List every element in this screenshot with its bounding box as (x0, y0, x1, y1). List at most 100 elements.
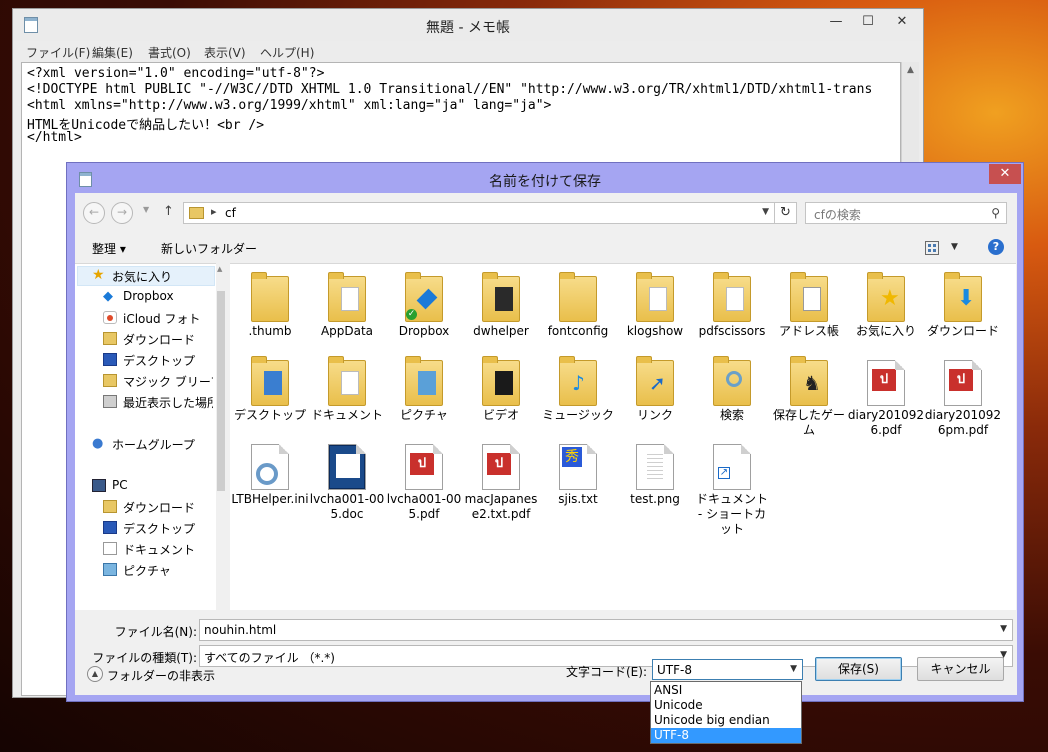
gear-icon (256, 463, 278, 485)
chevron-down-icon[interactable]: ▼ (951, 242, 958, 252)
save-button[interactable]: 保存(S) (815, 657, 902, 681)
search-box[interactable]: cfの検索 ⚲ (805, 202, 1007, 224)
address-path[interactable]: cf (225, 206, 236, 220)
filename-field[interactable]: nouhin.html ▼ (199, 619, 1013, 641)
file-item[interactable]: ♞ 保存したゲーム (769, 356, 849, 444)
chevron-down-icon[interactable]: ▼ (790, 664, 797, 674)
file-item[interactable]: ★ お気に入り (846, 272, 926, 360)
file-name: ドキュメント (310, 408, 383, 422)
menu-file[interactable]: ファイル(F) (26, 44, 90, 61)
file-item[interactable]: fontconfig (538, 272, 618, 360)
forward-icon[interactable]: → (111, 202, 133, 224)
file-item[interactable]: ป diary2010926.pdf (846, 360, 926, 444)
file-item[interactable]: AppData (307, 272, 387, 360)
dialog-title: 名前を付けて保存 (489, 174, 601, 190)
nav-item[interactable]: デスクトップ (75, 350, 213, 370)
nav-item[interactable]: ● ホームグループ (75, 434, 213, 454)
search-icon[interactable]: ⚲ (991, 206, 1000, 220)
view-options-icon[interactable] (925, 241, 939, 255)
maximize-icon[interactable]: ☐ (853, 11, 883, 35)
nav-item[interactable]: ピクチャ (75, 560, 213, 580)
nav-item[interactable]: ダウンロード (75, 497, 213, 517)
encoding-option[interactable]: Unicode (651, 698, 801, 713)
hide-folders-button[interactable]: フォルダーの非表示 (107, 667, 215, 684)
up-folder-icon[interactable]: ↑ (163, 204, 174, 219)
file-item[interactable]: デスクトップ (230, 356, 310, 444)
file-item[interactable]: ป diary2010926pm.pdf (923, 360, 1003, 444)
file-item[interactable]: ♪ ミュージック (538, 356, 618, 444)
file-item[interactable]: ↗ ドキュメント - ショートカット (692, 444, 772, 536)
homegroup-icon: ● (92, 436, 104, 451)
file-item[interactable]: LTBHelper.ini (230, 444, 310, 528)
back-icon[interactable]: ← (83, 202, 105, 224)
refresh-icon[interactable]: ↻ (775, 202, 797, 224)
nav-item[interactable]: 最近表示した場所 (75, 392, 213, 412)
file-item[interactable]: .thumb (230, 272, 310, 360)
filetype-value[interactable]: すべてのファイル （*.*) (204, 649, 335, 666)
file-name: 検索 (719, 408, 744, 422)
scroll-up-icon[interactable]: ▲ (217, 265, 222, 273)
encoding-option[interactable]: ANSI (651, 683, 801, 698)
music-overlay-icon: ♪ (572, 371, 585, 395)
file-item[interactable]: 秀 sjis.txt (538, 444, 618, 528)
nav-item[interactable]: PC (75, 476, 213, 496)
nav-item[interactable]: ダウンロード (75, 329, 213, 349)
file-item[interactable]: ป lvcha001-005.pdf (384, 444, 464, 528)
cancel-button[interactable]: キャンセル (917, 657, 1004, 681)
nav-item[interactable]: デスクトップ (75, 518, 213, 538)
menu-view[interactable]: 表示(V) (204, 44, 246, 61)
file-name: macJapanese2.txt.pdf (464, 492, 538, 521)
file-item[interactable]: ドキュメント (307, 356, 387, 444)
nav-item[interactable]: ★ お気に入り (75, 266, 213, 286)
pc-icon (92, 479, 106, 492)
minimize-icon[interactable]: — (821, 11, 851, 35)
nav-item[interactable]: ◆ Dropbox (75, 287, 213, 307)
breadcrumb-chevron-icon[interactable]: ▸ (211, 205, 217, 218)
file-item[interactable]: ➚ リンク (615, 356, 695, 444)
close-icon[interactable]: ✕ (885, 11, 919, 35)
file-item[interactable]: 検索 (692, 356, 772, 444)
file-item[interactable]: アドレス帳 (769, 272, 849, 360)
scrollbar-thumb[interactable] (217, 291, 225, 491)
recent-locations-chevron-icon[interactable]: ▼ (143, 205, 149, 214)
menu-help[interactable]: ヘルプ(H) (260, 44, 314, 61)
file-item[interactable]: dwhelper (461, 272, 541, 360)
nav-item-label: ドキュメント (123, 543, 196, 557)
encoding-value[interactable]: UTF-8 (657, 663, 692, 677)
chevron-down-icon[interactable]: ▼ (762, 207, 769, 217)
file-item[interactable]: ป macJapanese2.txt.pdf (461, 444, 541, 528)
nav-item[interactable]: iCloud フォト (75, 308, 213, 328)
organize-button[interactable]: 整理 ▾ (92, 240, 126, 257)
file-item[interactable]: lvcha001-005.doc (307, 444, 387, 528)
collapse-up-icon[interactable]: ▲ (87, 666, 103, 682)
file-name: デスクトップ (233, 408, 306, 422)
file-item[interactable]: pdfscissors (692, 272, 772, 360)
file-item[interactable]: ビデオ (461, 356, 541, 444)
file-item[interactable]: test.png (615, 444, 695, 528)
chess-overlay-icon: ♞ (803, 371, 821, 395)
new-folder-button[interactable]: 新しいフォルダー (161, 240, 257, 257)
file-item[interactable]: ピクチャ (384, 356, 464, 444)
file-name: dwhelper (473, 324, 529, 338)
encoding-option[interactable]: UTF-8 (651, 728, 801, 743)
nav-item[interactable]: マジック ブリーフケース (75, 371, 213, 391)
notepad-titlebar[interactable]: 無題 - メモ帳 — ☐ ✕ (13, 9, 923, 41)
pdf-logo-icon: ป (487, 453, 511, 475)
encoding-option[interactable]: Unicode big endian (651, 713, 801, 728)
chevron-down-icon[interactable]: ▼ (1000, 624, 1007, 634)
dialog-close-button[interactable]: ✕ (989, 164, 1021, 184)
pdf-file-icon: ป (867, 360, 905, 406)
file-item[interactable]: ⬇ ダウンロード (923, 272, 1003, 360)
file-item[interactable]: ✓ Dropbox (384, 272, 464, 360)
scroll-up-icon[interactable]: ▲ (902, 62, 919, 79)
filename-value[interactable]: nouhin.html (204, 623, 276, 637)
help-icon[interactable]: ? (988, 239, 1004, 255)
folder-icon (482, 356, 520, 406)
star-icon: ★ (92, 267, 105, 283)
menu-format[interactable]: 書式(O) (148, 44, 191, 61)
address-bar[interactable]: ▸ cf ▼ (183, 202, 775, 224)
encoding-select[interactable]: UTF-8 ▼ (652, 659, 803, 680)
menu-edit[interactable]: 編集(E) (92, 44, 133, 61)
file-item[interactable]: klogshow (615, 272, 695, 360)
nav-item[interactable]: ドキュメント (75, 539, 213, 559)
